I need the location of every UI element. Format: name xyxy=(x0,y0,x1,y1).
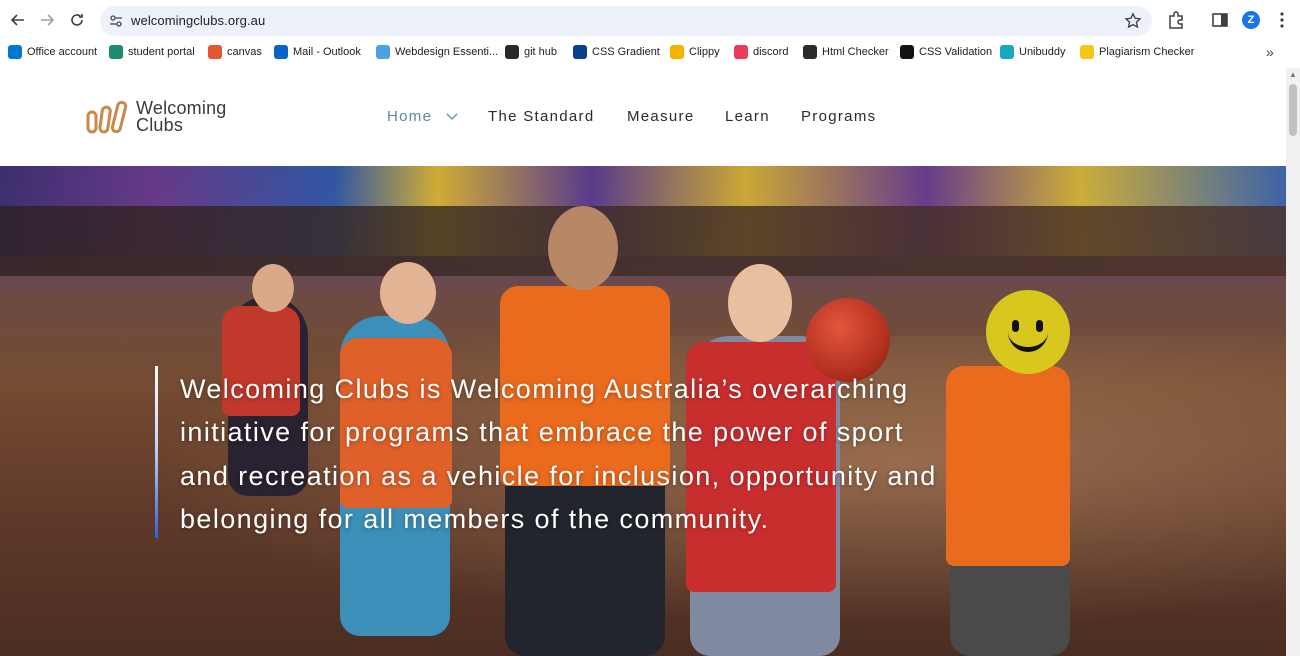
page-scrollbar[interactable]: ▲ xyxy=(1286,68,1300,656)
browser-toolbar: welcomingclubs.org.au Z xyxy=(0,0,1300,40)
office-icon xyxy=(8,45,22,59)
menu-kebab-icon[interactable] xyxy=(1272,10,1292,30)
github-icon xyxy=(505,45,519,59)
hero-photo-head xyxy=(728,264,792,342)
bookmark-webdesign[interactable]: Webdesign Essenti... xyxy=(376,44,498,60)
hero-banner: Welcoming Clubs is Welcoming Australia’s… xyxy=(0,166,1286,656)
hero-photo-head xyxy=(252,264,294,312)
bookmark-github[interactable]: git hub xyxy=(505,44,557,60)
scrollbar-thumb[interactable] xyxy=(1289,84,1297,136)
hero-photo-head xyxy=(380,262,436,324)
main-nav: Home The Standard Measure Learn Programs xyxy=(0,108,1286,128)
webdesign-icon xyxy=(376,45,390,59)
site-header: Welcoming Clubs Home The Standard Measur… xyxy=(0,68,1286,166)
bookmark-discord[interactable]: discord xyxy=(734,44,788,60)
scroll-up-icon[interactable]: ▲ xyxy=(1289,71,1297,79)
discord-icon xyxy=(734,45,748,59)
nav-the-standard[interactable]: The Standard xyxy=(488,108,595,125)
nav-home[interactable]: Home xyxy=(387,108,458,125)
smiley-face-icon xyxy=(986,290,1070,374)
hero-text: Welcoming Clubs is Welcoming Australia’s… xyxy=(180,374,937,534)
outlook-icon xyxy=(274,45,288,59)
hero-photo-wall-shadow xyxy=(0,206,1286,276)
arrow-left-icon xyxy=(10,14,24,26)
canvas-icon xyxy=(208,45,222,59)
css-gradient-icon xyxy=(573,45,587,59)
plagiarism-checker-icon xyxy=(1080,45,1094,59)
bookmarks-overflow-button[interactable]: » xyxy=(1266,44,1274,60)
reload-icon xyxy=(71,14,83,26)
profile-avatar[interactable]: Z xyxy=(1242,11,1260,29)
quote-accent-bar xyxy=(155,366,158,538)
clippy-icon xyxy=(670,45,684,59)
back-button[interactable] xyxy=(6,8,30,32)
bookmark-css-gradient[interactable]: CSS Gradient xyxy=(573,44,660,60)
bookmark-office-account[interactable]: Office account xyxy=(8,44,97,60)
css-validation-icon xyxy=(900,45,914,59)
page-viewport: Welcoming Clubs Home The Standard Measur… xyxy=(0,68,1286,656)
reload-button[interactable] xyxy=(65,8,89,32)
forward-button[interactable] xyxy=(35,8,59,32)
bookmark-canvas[interactable]: canvas xyxy=(208,44,262,60)
nav-learn[interactable]: Learn xyxy=(725,108,770,125)
bookmarks-bar: Office account student portal canvas Mai… xyxy=(0,40,1300,64)
unibuddy-icon xyxy=(1000,45,1014,59)
bookmark-student-portal[interactable]: student portal xyxy=(109,44,195,60)
arrow-right-icon xyxy=(41,14,55,26)
url-text[interactable]: welcomingclubs.org.au xyxy=(131,13,265,28)
bookmark-star-icon[interactable] xyxy=(1124,12,1142,30)
nav-measure[interactable]: Measure xyxy=(627,108,694,125)
student-portal-icon xyxy=(109,45,123,59)
bookmark-unibuddy[interactable]: Unibuddy xyxy=(1000,44,1065,60)
html-checker-icon xyxy=(803,45,817,59)
extensions-icon[interactable] xyxy=(1166,10,1186,30)
bookmark-mail-outlook[interactable]: Mail - Outlook xyxy=(274,44,361,60)
bookmark-plagiarism-checker[interactable]: Plagiarism Checker xyxy=(1080,44,1194,60)
address-bar[interactable]: welcomingclubs.org.au xyxy=(100,6,1152,36)
bookmark-css-validation[interactable]: CSS Validation xyxy=(900,44,992,60)
bookmark-html-checker[interactable]: Html Checker xyxy=(803,44,889,60)
site-settings-icon[interactable] xyxy=(108,13,124,29)
hero-photo-head xyxy=(548,206,618,290)
side-panel-icon[interactable] xyxy=(1210,10,1230,30)
nav-programs[interactable]: Programs xyxy=(801,108,876,125)
hero-photo-bib xyxy=(946,366,1070,566)
chevron-down-icon xyxy=(446,113,458,120)
bookmark-clippy[interactable]: Clippy xyxy=(670,44,720,60)
